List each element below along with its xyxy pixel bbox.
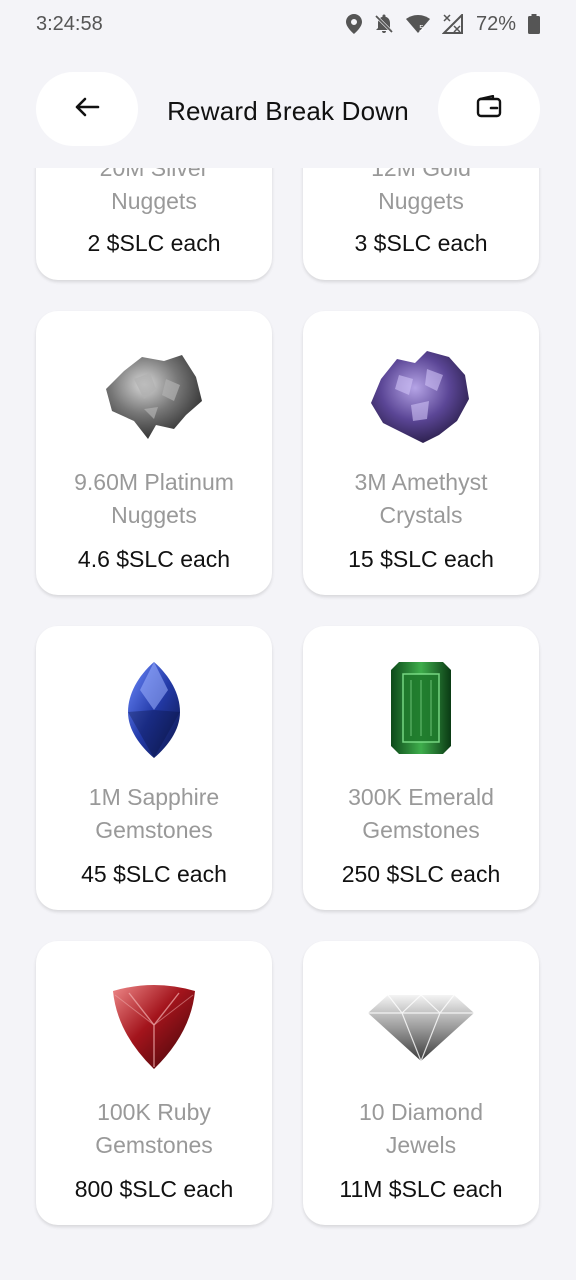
reward-card-platinum[interactable]: 9.60M Platinum Nuggets 4.6 $SLC each: [36, 311, 272, 595]
reward-card-emerald[interactable]: 300K Emerald Gemstones 250 $SLC each: [303, 626, 539, 910]
app-header: Reward Break Down: [0, 72, 576, 148]
reward-price: 250 $SLC each: [341, 861, 501, 887]
reward-name: 12M Gold Nuggets: [371, 168, 471, 214]
battery-percent: 72%: [475, 12, 516, 35]
reward-card-silver[interactable]: 20M Silver Nuggets 2 $SLC each: [36, 168, 272, 280]
reward-price: 4.6 $SLC each: [77, 546, 231, 572]
reward-name: 100K Ruby Gemstones: [95, 1099, 213, 1158]
status-bar: 3:24:58 5 72%: [0, 0, 576, 48]
reward-name: 20M Silver Nuggets: [99, 168, 209, 214]
rewards-grid[interactable]: 20M Silver Nuggets 2 $SLC each 12M Gold …: [0, 168, 576, 1280]
reward-card-ruby[interactable]: 100K Ruby Gemstones 800 $SLC each: [36, 941, 272, 1225]
reward-price: 11M $SLC each: [339, 1176, 503, 1202]
reward-card-sapphire[interactable]: 1M Sapphire Gemstones 45 $SLC each: [36, 626, 272, 910]
location-icon: [345, 14, 362, 34]
platinum-nugget-icon: [104, 349, 204, 446]
sapphire-gem-icon: [126, 660, 182, 765]
reward-price: 3 $SLC each: [354, 230, 488, 256]
emerald-gem-icon: [389, 660, 453, 761]
reward-card-diamond[interactable]: 10 Diamond Jewels 11M $SLC each: [303, 941, 539, 1225]
reward-card-gold[interactable]: 12M Gold Nuggets 3 $SLC each: [303, 168, 539, 280]
reward-name: 3M Amethyst Crystals: [354, 469, 488, 528]
reward-name: 10 Diamond Jewels: [358, 1099, 484, 1158]
reward-price: 2 $SLC each: [87, 230, 221, 256]
wallet-button[interactable]: [438, 72, 540, 146]
signal-icon: [441, 14, 464, 34]
status-time: 3:24:58: [36, 12, 103, 35]
wallet-icon: [476, 94, 502, 124]
amethyst-crystal-icon: [369, 349, 473, 450]
notifications-off-icon: [374, 14, 394, 34]
status-icons: 5 72%: [345, 12, 540, 36]
ruby-gem-icon: [109, 981, 199, 1076]
battery-icon: [528, 14, 540, 34]
reward-price: 800 $SLC each: [74, 1176, 234, 1202]
svg-text:5: 5: [419, 24, 424, 33]
reward-name: 300K Emerald Gemstones: [348, 784, 494, 843]
reward-price: 45 $SLC each: [81, 861, 227, 887]
wifi-icon: 5: [405, 15, 430, 33]
reward-name: 9.60M Platinum Nuggets: [74, 469, 234, 528]
reward-card-amethyst[interactable]: 3M Amethyst Crystals 15 $SLC each: [303, 311, 539, 595]
diamond-jewel-icon: [366, 991, 476, 1068]
reward-name: 1M Sapphire Gemstones: [88, 784, 220, 843]
reward-price: 15 $SLC each: [348, 546, 494, 572]
